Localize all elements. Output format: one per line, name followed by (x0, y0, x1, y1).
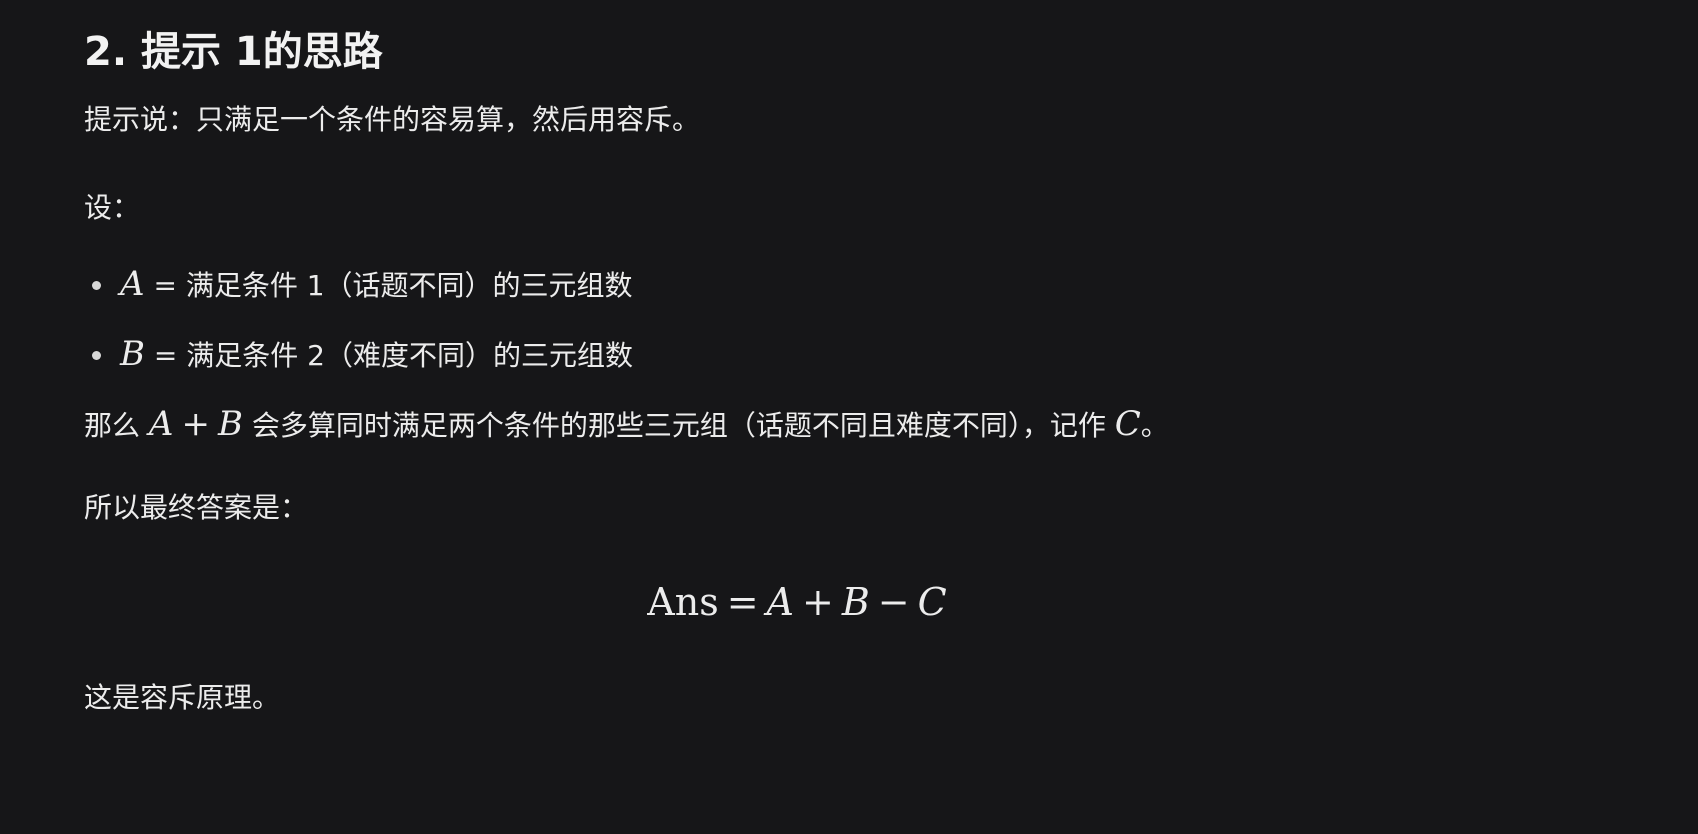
overlap-prefix: 那么 (84, 409, 149, 442)
conclusion-paragraph: 这是容斥原理。 (84, 681, 281, 714)
document-body: 2. 提示 1的思路 提示说：只满足一个条件的容易算，然后用容斥。 设： A =… (84, 20, 1644, 718)
math-variable: B (120, 334, 145, 374)
let-paragraph: 设： (84, 191, 141, 224)
minus-operator: − (877, 580, 910, 624)
list-item: A = 满足条件 1（话题不同）的三元组数 (84, 264, 1644, 306)
section-heading: 2. 提示 1的思路 (84, 29, 383, 75)
answer-intro-paragraph: 所以最终答案是： (84, 491, 309, 524)
definition-text: 满足条件 1（话题不同）的三元组数 (185, 269, 633, 302)
plus-operator: + (802, 580, 834, 624)
definition-list: A = 满足条件 1（话题不同）的三元组数 B = 满足条件 2（难度不同）的三… (84, 264, 1644, 376)
bullet-dot-icon (92, 351, 101, 360)
math-variable: A (120, 264, 145, 304)
math-variable: B (217, 404, 243, 444)
equals-operator: = (726, 580, 759, 624)
formula-display: Ans = A + B − C (84, 574, 1644, 632)
definition-text: 满足条件 2（难度不同）的三元组数 (186, 339, 633, 372)
intro-paragraph: 提示说：只满足一个条件的容易算，然后用容斥。 (84, 103, 701, 136)
math-variable: C (917, 580, 947, 624)
bullet-dot-icon (92, 281, 101, 290)
equals-sign: = (144, 269, 186, 302)
math-variable: A (766, 580, 794, 624)
plus-operator: + (181, 404, 210, 444)
overlap-middle: 会多算同时满足两个条件的那些三元组（话题不同且难度不同），记作 (242, 409, 1115, 442)
formula-lhs: Ans (647, 580, 719, 624)
math-variable: B (841, 580, 870, 624)
math-variable: A (148, 404, 174, 444)
overlap-suffix: 。 (1140, 409, 1169, 442)
math-variable: C (1114, 404, 1141, 444)
list-item: B = 满足条件 2（难度不同）的三元组数 (84, 334, 1644, 376)
equals-sign: = (145, 339, 187, 372)
overlap-paragraph: 那么 A + B 会多算同时满足两个条件的那些三元组（话题不同且难度不同），记作 C… (84, 404, 1644, 446)
